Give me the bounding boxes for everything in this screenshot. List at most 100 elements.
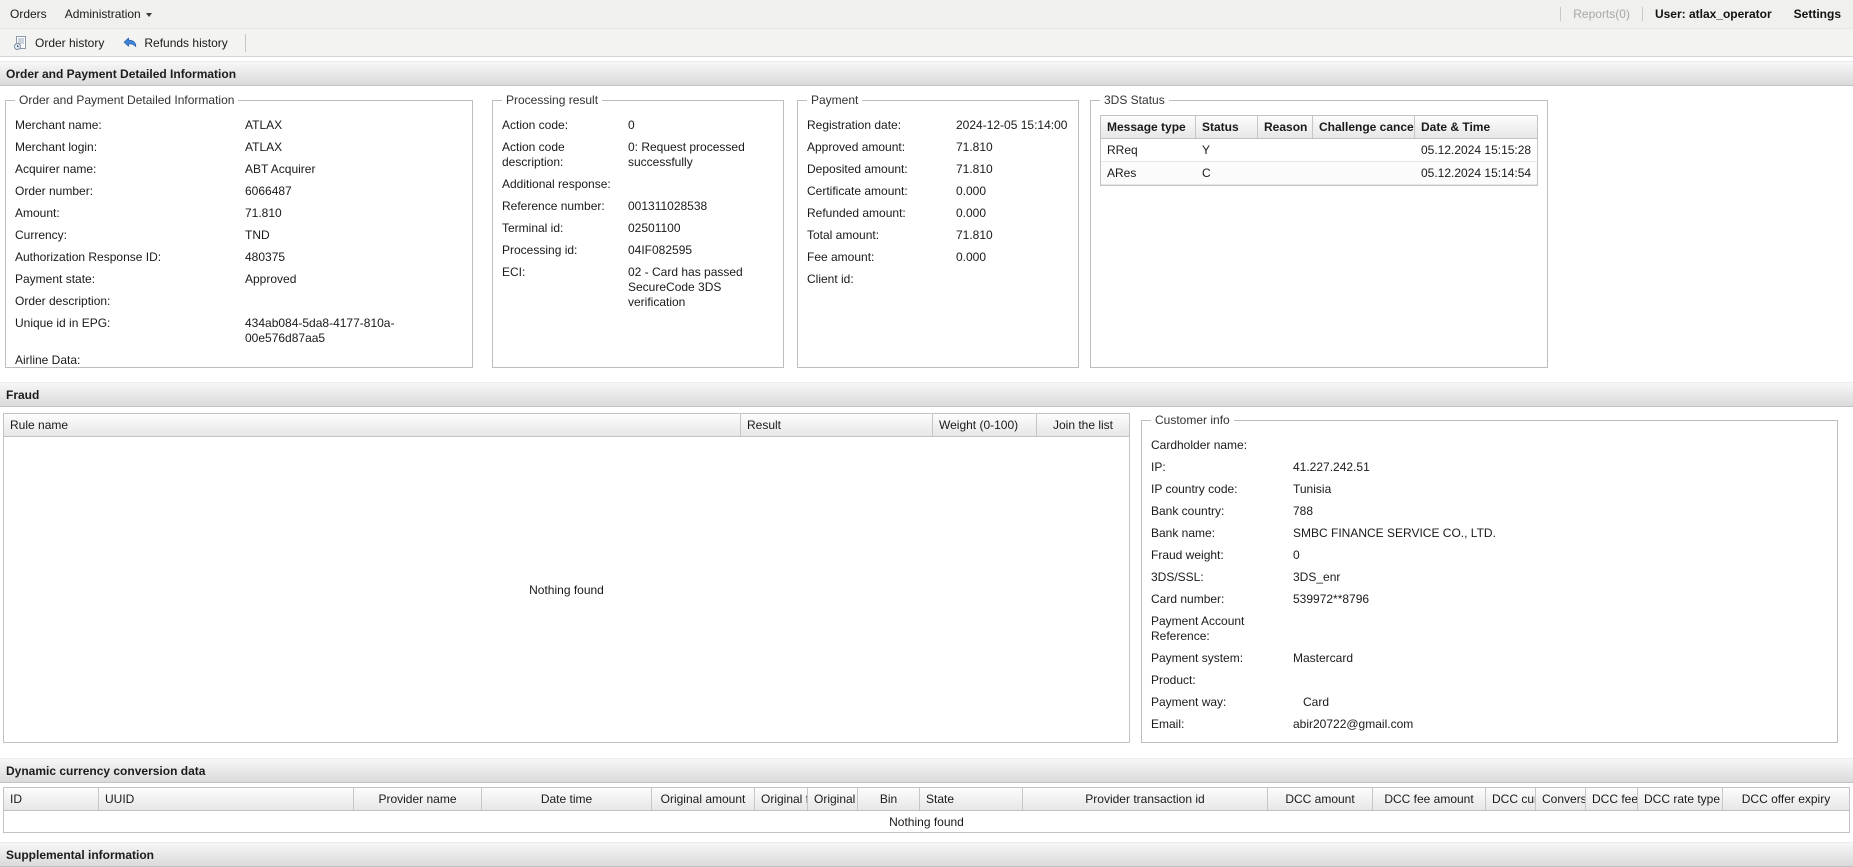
field-row: Terminal id:02501100 xyxy=(502,218,774,240)
table-row[interactable]: RReq Y 05.12.2024 15:15:28 xyxy=(1101,139,1537,162)
column-header: Weight (0-100) xyxy=(933,414,1037,436)
field-row: Bank name:SMBC FINANCE SERVICE CO., LTD. xyxy=(1151,523,1828,545)
field-label: Currency: xyxy=(15,228,245,243)
menubar-separator xyxy=(1642,7,1643,21)
field-row: Payment state:Approved xyxy=(15,269,463,291)
field-row: Acquirer name:ABT Acquirer xyxy=(15,159,463,181)
field-label: Payment Account Reference: xyxy=(1151,614,1301,644)
field-value: SMBC FINANCE SERVICE CO., LTD. xyxy=(1293,526,1828,541)
cell-datetime: 05.12.2024 15:14:54 xyxy=(1415,162,1537,184)
field-label: Payment way: xyxy=(1151,695,1293,710)
column-header: DCC fee amount xyxy=(1373,788,1486,810)
toolbar-separator xyxy=(245,34,246,52)
field-label: 3DS/SSL: xyxy=(1151,570,1293,585)
fraud-section-header: Fraud xyxy=(0,382,1853,407)
menubar: Orders Administration Reports(0) User: a… xyxy=(0,0,1853,29)
field-value: 02501100 xyxy=(628,221,774,236)
field-row: Bank country:788 xyxy=(1151,501,1828,523)
field-label: Fraud weight: xyxy=(1151,548,1293,563)
tds-table-header: Message type Status Reason Challenge can… xyxy=(1101,116,1537,139)
column-header: Challenge cancel xyxy=(1313,116,1415,138)
field-row: 3DS/SSL:3DS_enr xyxy=(1151,567,1828,589)
cell-reason xyxy=(1258,162,1313,184)
field-value: 001311028538 xyxy=(628,199,774,214)
field-label: Unique id in EPG: xyxy=(15,316,245,331)
cell-reason xyxy=(1258,139,1313,161)
field-label: Certificate amount: xyxy=(807,184,956,199)
menu-settings[interactable]: Settings xyxy=(1794,7,1843,21)
menubar-right: Reports(0) User: atlax_operator Settings xyxy=(1548,7,1843,21)
cell-challenge-cancel xyxy=(1313,162,1415,184)
field-row: Merchant login:ATLAX xyxy=(15,137,463,159)
field-value: 0: Request processed successfully xyxy=(628,140,774,170)
order-history-label: Order history xyxy=(35,36,104,50)
field-row: Additional response: xyxy=(502,174,774,196)
cell-datetime: 05.12.2024 15:15:28 xyxy=(1415,139,1537,161)
menu-administration[interactable]: Administration xyxy=(56,7,161,21)
order-history-icon xyxy=(13,35,29,51)
field-label: ECI: xyxy=(502,265,628,280)
details-fieldsets-row: Order and Payment Detailed Information M… xyxy=(0,86,1853,368)
column-header: UUID xyxy=(99,788,354,810)
current-user-label: User: atlax_operator xyxy=(1655,7,1772,21)
field-value: 0.000 xyxy=(956,206,1069,221)
toolbar: Order history Refunds history xyxy=(0,29,1853,57)
field-row: Payment system:Mastercard xyxy=(1151,648,1828,670)
field-label: Reference number: xyxy=(502,199,628,214)
field-label: Order description: xyxy=(15,294,245,309)
field-label: Product: xyxy=(1151,673,1293,688)
column-header: Status xyxy=(1196,116,1258,138)
field-row: Card number:539972**8796 xyxy=(1151,589,1828,611)
field-row: ECI:02 - Card has passed SecureCode 3DS … xyxy=(502,262,774,314)
customer-info-fieldset: Customer info Cardholder name: IP:41.227… xyxy=(1141,413,1838,743)
payment-fieldset: Payment Registration date:2024-12-05 15:… xyxy=(797,93,1079,368)
field-row: Payment way:Card xyxy=(1151,692,1828,714)
field-value: 434ab084-5da8-4177-810a-00e576d87aa5 xyxy=(245,316,463,346)
column-header: Original f xyxy=(755,788,808,810)
order-history-button[interactable]: Order history xyxy=(4,32,113,54)
field-label: IP: xyxy=(1151,460,1293,475)
field-label: Total amount: xyxy=(807,228,956,243)
field-label: Approved amount: xyxy=(807,140,956,155)
fraud-rules-table: Rule name Result Weight (0-100) Join the… xyxy=(3,413,1130,743)
field-value: ABT Acquirer xyxy=(245,162,463,177)
column-header: DCC fee xyxy=(1586,788,1638,810)
field-value: 6066487 xyxy=(245,184,463,199)
menu-orders[interactable]: Orders xyxy=(10,7,56,21)
column-header: Provider transaction id xyxy=(1023,788,1268,810)
field-label: Payment state: xyxy=(15,272,245,287)
field-label: Airline Data: xyxy=(15,353,245,368)
field-label: Authorization Response ID: xyxy=(15,250,245,265)
field-label: Merchant name: xyxy=(15,118,245,133)
field-label: Refunded amount: xyxy=(807,206,956,221)
field-label: Card number: xyxy=(1151,592,1293,607)
dcc-section-title: Dynamic currency conversion data xyxy=(6,764,205,778)
refunds-history-button[interactable]: Refunds history xyxy=(113,32,236,54)
field-value: 788 xyxy=(1293,504,1828,519)
field-value: 3DS_enr xyxy=(1293,570,1828,585)
field-value: ATLAX xyxy=(245,118,463,133)
column-header: Message type xyxy=(1101,116,1196,138)
field-label: Merchant login: xyxy=(15,140,245,155)
table-row[interactable]: ARes C 05.12.2024 15:14:54 xyxy=(1101,162,1537,185)
field-value: TND xyxy=(245,228,463,243)
field-row: Refunded amount:0.000 xyxy=(807,203,1069,225)
field-label: Email: xyxy=(1151,717,1293,732)
nothing-found-label: Nothing found xyxy=(529,583,604,597)
field-row: Product: xyxy=(1151,670,1828,692)
field-label: Acquirer name: xyxy=(15,162,245,177)
column-header: DCC curr xyxy=(1486,788,1536,810)
field-label: Amount: xyxy=(15,206,245,221)
field-label: Bank name: xyxy=(1151,526,1293,541)
fraud-row: Rule name Result Weight (0-100) Join the… xyxy=(0,407,1853,743)
column-header: Date time xyxy=(482,788,652,810)
menu-orders-label: Orders xyxy=(10,7,47,21)
field-value: 71.810 xyxy=(956,140,1069,155)
field-row: Unique id in EPG:434ab084-5da8-4177-810a… xyxy=(15,313,463,350)
column-header: Date & Time xyxy=(1415,116,1537,138)
field-row: Order number:6066487 xyxy=(15,181,463,203)
field-value: 41.227.242.51 xyxy=(1293,460,1828,475)
menu-reports[interactable]: Reports(0) xyxy=(1573,7,1630,21)
tds-status-legend: 3DS Status xyxy=(1100,93,1169,107)
field-row: Action code:0 xyxy=(502,115,774,137)
